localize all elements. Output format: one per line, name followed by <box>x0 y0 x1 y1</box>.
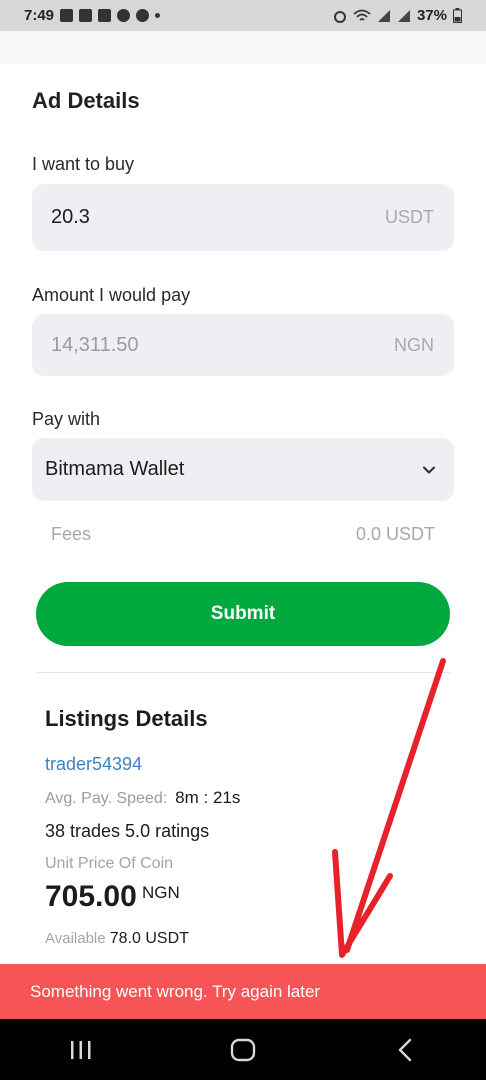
recent-apps-icon <box>71 1040 91 1059</box>
pay-with-value: Bitmama Wallet <box>45 458 185 480</box>
divider <box>36 672 450 673</box>
buy-amount-unit: USDT <box>385 207 434 227</box>
avg-pay-speed: Avg. Pay. Speed: 8m : 21s <box>45 788 240 808</box>
back-button[interactable] <box>385 1030 425 1070</box>
pay-amount-field: 14,311.50 NGN <box>32 314 454 376</box>
buy-amount-field[interactable]: 20.3 USDT <box>32 184 454 251</box>
chevron-down-icon[interactable] <box>422 463 436 477</box>
unit-price-currency: NGN <box>142 883 180 902</box>
pay-with-select[interactable]: Bitmama Wallet <box>32 438 454 501</box>
fees-label: Fees <box>51 524 92 544</box>
available-label: Available <box>45 930 106 947</box>
buy-amount-label: I want to buy <box>32 154 135 174</box>
page-title: Ad Details <box>32 88 140 113</box>
unit-price-value: 705.00 <box>45 880 137 913</box>
pay-with-label: Pay with <box>32 409 101 429</box>
recent-apps-button[interactable] <box>61 1030 101 1070</box>
listing-title: Listings Details <box>45 706 208 731</box>
pay-amount-value: 14,311.50 <box>51 333 139 356</box>
trades-ratings: 38 trades 5.0 ratings <box>45 821 210 841</box>
pay-amount-unit: NGN <box>394 334 434 355</box>
avg-pay-speed-label: Avg. Pay. Speed: <box>45 790 168 807</box>
system-nav-bar <box>0 1019 486 1080</box>
avg-pay-speed-value: 8m : 21s <box>175 788 241 807</box>
home-icon <box>230 1038 256 1061</box>
error-toast-message: Something went wrong. Try again later <box>30 981 321 1001</box>
trader-link[interactable]: trader54394 <box>45 754 142 775</box>
buy-amount-value[interactable]: 20.3 <box>51 206 90 229</box>
submit-button[interactable]: Submit <box>36 582 450 646</box>
home-button[interactable] <box>223 1030 263 1070</box>
fees-value: 0.0 USDT <box>355 524 435 544</box>
available-value: 78.0 USDT <box>109 930 189 947</box>
available-amount: Available 78.0 USDT <box>45 930 189 948</box>
unit-price-label: Unit Price Of Coin <box>45 855 174 872</box>
fees-row: Fees 0.0 USDT <box>51 524 435 545</box>
pay-amount-label: Amount I would pay <box>32 285 191 305</box>
ad-details-form: Ad Details I want to buy 20.3 USDT Amoun… <box>0 0 486 964</box>
back-icon <box>398 1038 412 1061</box>
error-toast: Something went wrong. Try again later <box>0 964 486 1019</box>
